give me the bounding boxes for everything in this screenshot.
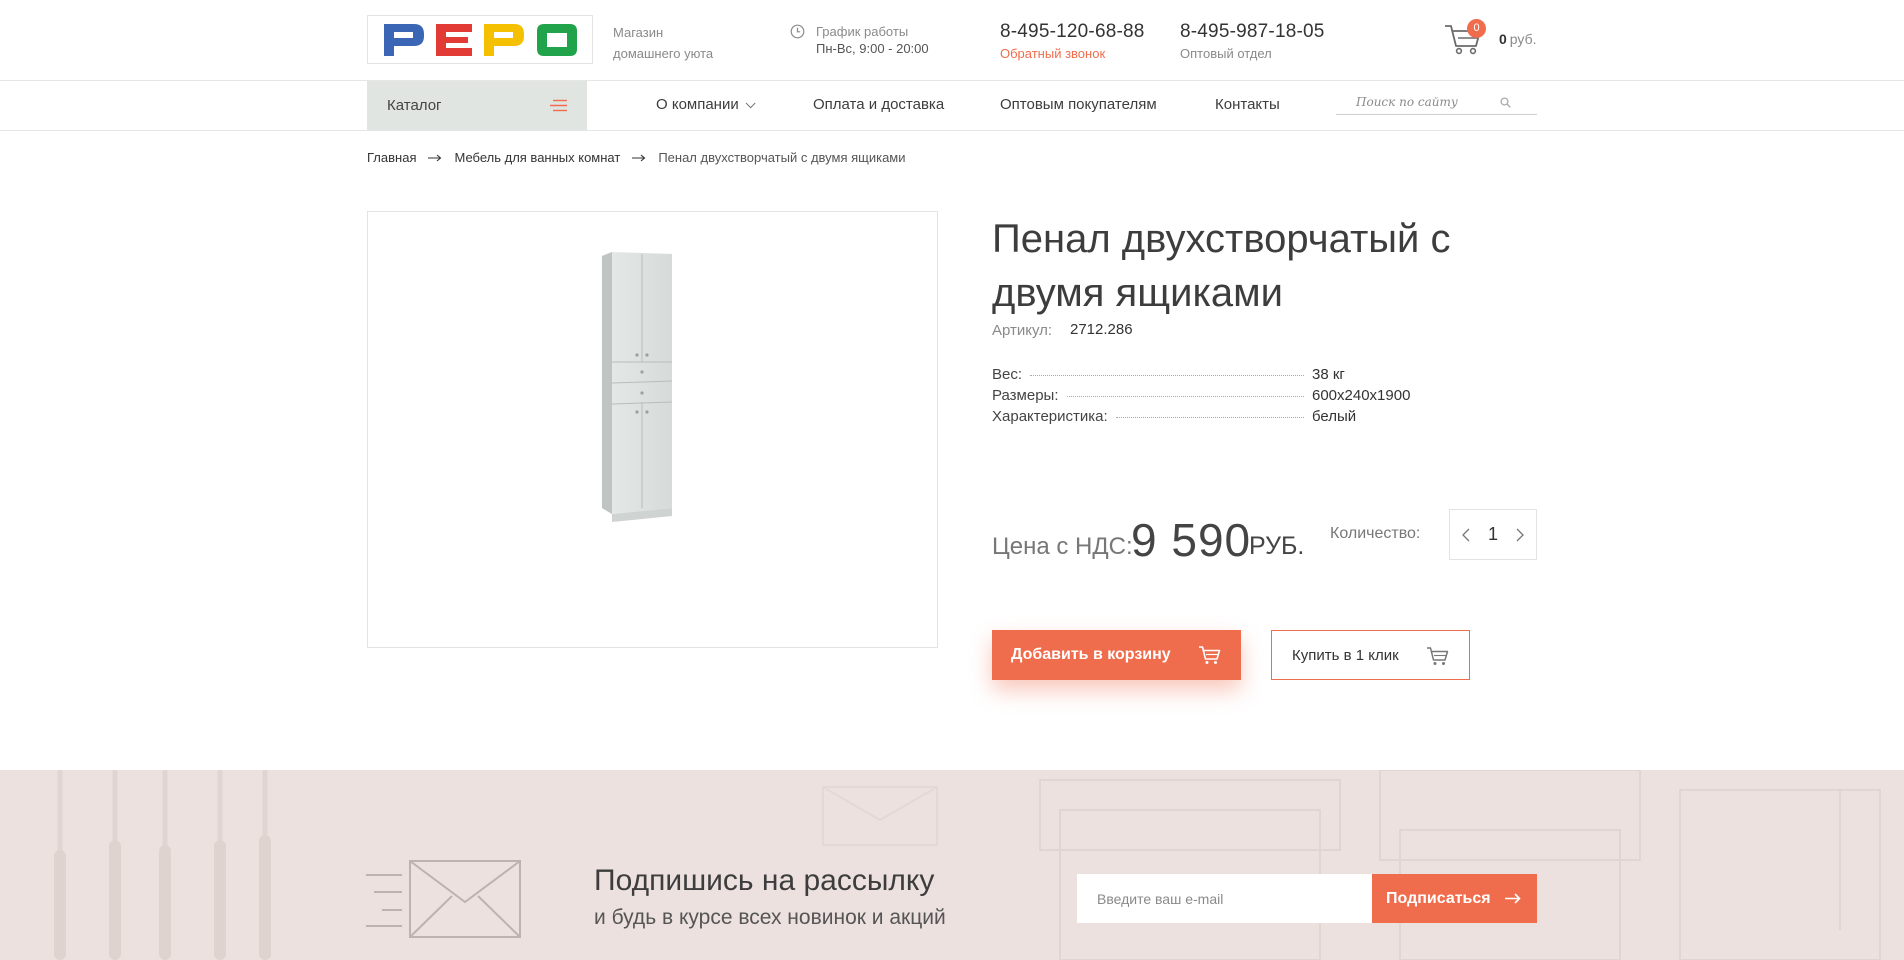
- breadcrumb-current: Пенал двухстворчатый с двумя ящиками: [658, 150, 906, 165]
- logo-image: [384, 23, 577, 56]
- breadcrumb: Главная Мебель для ванных комнат Пенал д…: [367, 150, 906, 165]
- chevron-right-icon: [1516, 528, 1524, 541]
- spec-name: Характеристика:: [992, 408, 1108, 425]
- sku-value: 2712.286: [1070, 321, 1133, 338]
- header-divider: [0, 80, 1904, 81]
- quantity-stepper: 1: [1449, 509, 1537, 560]
- arrow-right-icon: [428, 154, 442, 161]
- quantity-label: Количество:: [1330, 525, 1421, 542]
- site-logo[interactable]: [367, 15, 593, 64]
- product-title: Пенал двухстворчатый с двумя ящиками: [992, 217, 1451, 315]
- envelope-decoration: [822, 786, 938, 846]
- spec-dots: [1115, 417, 1304, 418]
- site-search: [1336, 91, 1537, 115]
- nav-about[interactable]: О компании: [656, 96, 756, 113]
- subscribe-button[interactable]: Подписаться: [1372, 874, 1537, 923]
- breadcrumb-home[interactable]: Главная: [367, 150, 416, 165]
- nav-wholesale[interactable]: Оптовым покупателям: [1000, 96, 1157, 113]
- kitchen-drawers-decoration: [1039, 770, 1881, 960]
- breadcrumb-category[interactable]: Мебель для ванных комнат: [454, 150, 620, 165]
- quantity-increase-button[interactable]: [1512, 527, 1528, 543]
- price-label: Цена с НДС:: [992, 533, 1133, 560]
- kitchen-utensils-decoration: [54, 770, 271, 960]
- price-currency: РУБ.: [1249, 532, 1305, 560]
- spec-value: 600x240x1900: [1312, 387, 1411, 404]
- spec-value: белый: [1312, 408, 1357, 425]
- subscribe-button-label: Подписаться: [1386, 889, 1491, 907]
- spec-value: 38 кг: [1312, 366, 1345, 383]
- quantity-decrease-button[interactable]: [1458, 527, 1474, 543]
- phone-wholesale[interactable]: 8-495-987-18-05: [1180, 21, 1325, 43]
- cart-icon: [1199, 646, 1221, 664]
- product-image-frame[interactable]: [367, 211, 938, 648]
- arrow-right-icon: [632, 154, 646, 161]
- search-input[interactable]: [1336, 91, 1506, 113]
- sku-label: Артикул:: [992, 322, 1053, 339]
- subscribe-text: и будь в курсе всех новинок и акций: [594, 906, 946, 929]
- cart-total[interactable]: 0 руб.: [1499, 31, 1537, 47]
- shop-tagline: Магазин домашнего уюта: [613, 25, 714, 61]
- cart-total-value: 0: [1499, 31, 1507, 47]
- search-icon[interactable]: [1500, 97, 1511, 108]
- spec-row: Характеристика: белый: [992, 408, 1432, 429]
- menu-lines-icon: [550, 99, 567, 112]
- spec-dots: [1066, 396, 1304, 397]
- catalog-label: Каталог: [387, 97, 442, 114]
- arrow-right-icon: [1505, 893, 1521, 904]
- subscribe-title: Подпишись на рассылку: [594, 864, 935, 897]
- cart-total-currency: руб.: [1509, 31, 1537, 47]
- nav-payment-delivery[interactable]: Оплата и доставка: [813, 96, 944, 113]
- callback-link[interactable]: Обратный звонок: [1000, 46, 1105, 61]
- spec-row: Вес: 38 кг: [992, 366, 1432, 387]
- clock-icon: [790, 24, 805, 39]
- nav-divider: [0, 130, 1904, 131]
- subscribe-section: [0, 770, 1904, 960]
- add-to-cart-button[interactable]: Добавить в корзину: [992, 630, 1241, 680]
- chevron-down-icon: [745, 98, 756, 109]
- quantity-value[interactable]: 1: [1488, 524, 1498, 545]
- mail-icon: [366, 860, 521, 938]
- cart-icon: [1427, 647, 1449, 665]
- email-field[interactable]: [1077, 874, 1373, 923]
- spec-dots: [1030, 375, 1304, 376]
- catalog-button[interactable]: Каталог: [367, 81, 587, 130]
- buy-one-click-label: Купить в 1 клик: [1292, 646, 1399, 664]
- spec-name: Размеры:: [992, 387, 1059, 404]
- cart-count-badge: 0: [1467, 19, 1486, 38]
- add-to-cart-label: Добавить в корзину: [1011, 646, 1171, 663]
- nav-about-label: О компании: [656, 96, 739, 113]
- wholesale-dept-label: Оптовый отдел: [1180, 46, 1272, 61]
- work-hours-title: График работы: [816, 24, 909, 39]
- buy-one-click-button[interactable]: Купить в 1 клик: [1271, 630, 1470, 680]
- phone-retail[interactable]: 8-495-120-68-88: [1000, 21, 1145, 43]
- spec-row: Размеры: 600x240x1900: [992, 387, 1432, 408]
- product-photo: [602, 252, 672, 522]
- spec-name: Вес:: [992, 366, 1023, 383]
- nav-contacts[interactable]: Контакты: [1215, 96, 1280, 113]
- price-value: 9 590: [1131, 514, 1252, 566]
- work-hours-value: Пн-Вс, 9:00 - 20:00: [816, 41, 929, 56]
- chevron-left-icon: [1462, 528, 1470, 541]
